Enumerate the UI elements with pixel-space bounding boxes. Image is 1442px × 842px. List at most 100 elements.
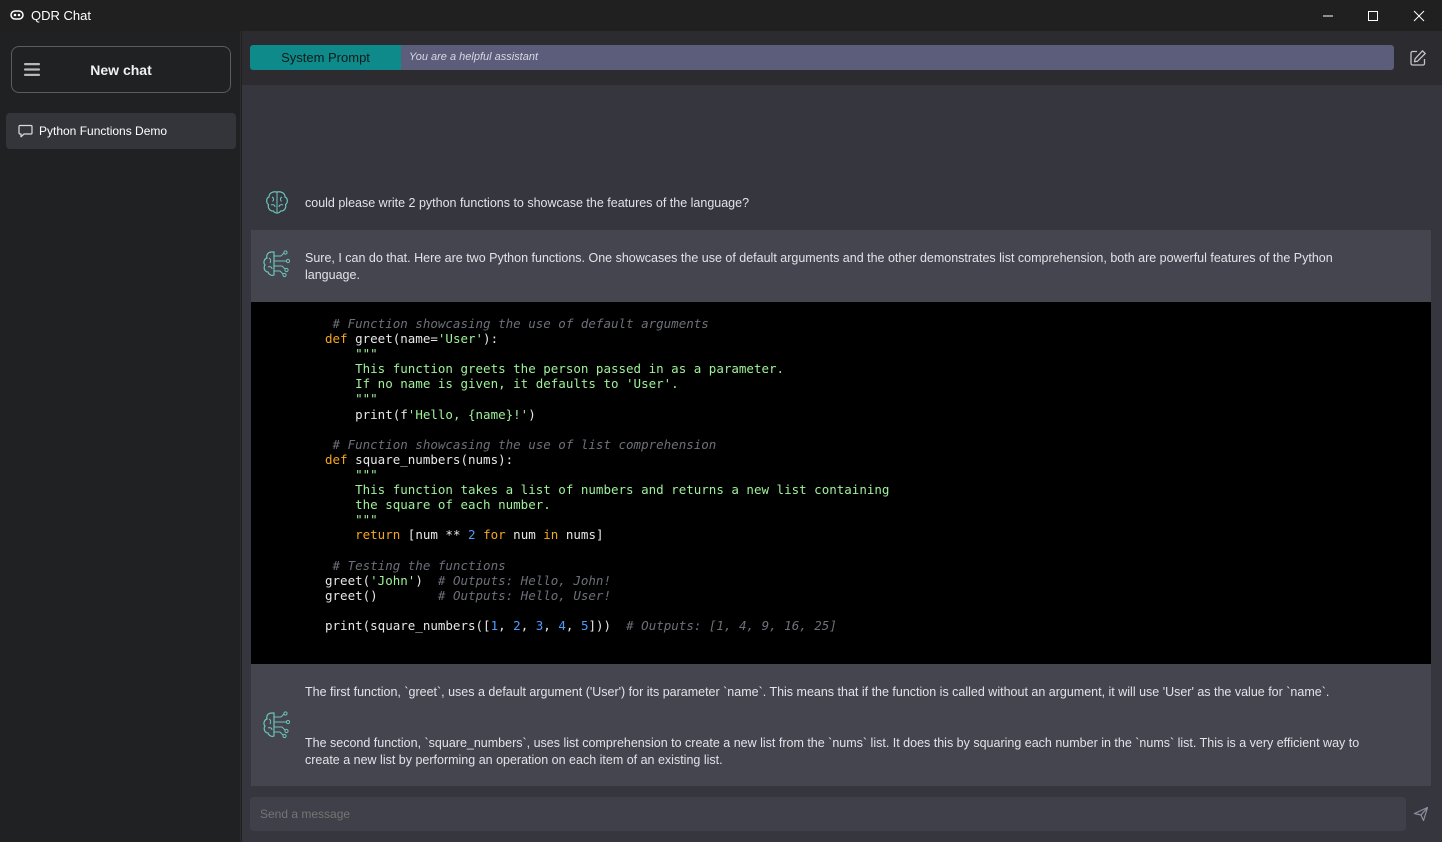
code-token: nums] bbox=[558, 527, 604, 543]
code-token: print(f bbox=[325, 406, 408, 422]
brain-circuit-icon bbox=[263, 250, 291, 278]
code-token: """ bbox=[325, 466, 378, 482]
code-token: ): bbox=[483, 331, 499, 347]
code-token: 1 bbox=[490, 617, 499, 633]
code-line: def greet(name='User'): bbox=[325, 331, 889, 346]
code-block: # Function showcasing the use of default… bbox=[251, 302, 1431, 664]
code-token: """ bbox=[325, 346, 378, 362]
message-input-container bbox=[250, 797, 1406, 831]
code-token: greet( bbox=[325, 572, 371, 588]
code-token: num bbox=[505, 527, 544, 543]
minimize-icon bbox=[1323, 15, 1333, 16]
code-line: """ bbox=[325, 467, 889, 482]
assistant-message-paragraph: The second function, `square_numbers`, u… bbox=[305, 736, 1360, 767]
code-token: def bbox=[325, 451, 348, 467]
system-prompt-label: System Prompt bbox=[250, 45, 401, 70]
code-token: # Function showcasing the use of default… bbox=[325, 316, 709, 331]
close-icon bbox=[1413, 10, 1425, 21]
code-token: ) bbox=[415, 572, 438, 588]
app-logo-icon bbox=[10, 10, 24, 20]
code-line: """ bbox=[325, 346, 889, 361]
assistant-message-paragraph: The first function, `greet`, uses a defa… bbox=[305, 685, 1330, 699]
code-token: ])) bbox=[588, 617, 627, 633]
code-token: 2 bbox=[468, 527, 476, 543]
code-token: the square of each number. bbox=[325, 497, 551, 513]
chat-main: System Prompt You are a helpful assistan… bbox=[242, 31, 1442, 842]
code-token: in bbox=[543, 527, 559, 543]
code-token: # Outputs: Hello, John! bbox=[437, 572, 611, 588]
code-line: # Function showcasing the use of default… bbox=[325, 316, 889, 331]
code-token: return bbox=[355, 527, 401, 543]
brain-icon bbox=[266, 191, 288, 214]
new-chat-button[interactable]: New chat bbox=[11, 46, 231, 93]
code-token: This function greets the person passed i… bbox=[325, 361, 785, 377]
user-message-text: could please write 2 python functions to… bbox=[305, 196, 750, 210]
code-token: 'User' bbox=[437, 331, 484, 347]
code-token: for bbox=[483, 527, 506, 543]
code-token: greet() bbox=[325, 587, 438, 603]
code-token: print(square_numbers([ bbox=[325, 617, 491, 633]
code-token: 4 bbox=[558, 617, 566, 633]
code-token: , bbox=[543, 617, 559, 633]
sidebar: New chat Python Functions Demo bbox=[0, 31, 241, 842]
code-token: # Function showcasing the use of list co… bbox=[325, 436, 717, 452]
maximize-button[interactable] bbox=[1350, 0, 1396, 31]
code-line: greet() # Outputs: Hello, User! bbox=[325, 588, 889, 603]
code-token: # Testing the functions bbox=[325, 557, 506, 573]
code-line: print(square_numbers([1, 2, 3, 4, 5])) #… bbox=[325, 618, 889, 633]
title-bar: QDR Chat bbox=[0, 0, 1442, 31]
code-token: , bbox=[498, 617, 514, 633]
code-line: def square_numbers(nums): bbox=[325, 452, 889, 467]
assistant-message: Sure, I can do that. Here are two Python… bbox=[251, 230, 1431, 302]
code-token: square_numbers(nums): bbox=[347, 451, 514, 467]
code-token: This function takes a list of numbers an… bbox=[325, 482, 890, 498]
brain-circuit-icon bbox=[263, 711, 291, 739]
new-chat-label: New chat bbox=[90, 62, 152, 78]
close-button[interactable] bbox=[1396, 0, 1442, 31]
code-token: , bbox=[565, 617, 581, 633]
minimize-button[interactable] bbox=[1305, 0, 1351, 31]
code-line: If no name is given, it defaults to 'Use… bbox=[325, 376, 889, 391]
edit-icon[interactable] bbox=[1409, 49, 1427, 67]
system-prompt-field[interactable]: You are a helpful assistant bbox=[401, 45, 1394, 70]
maximize-icon bbox=[1368, 10, 1378, 21]
code-token: 2 bbox=[513, 617, 521, 633]
code-token: # Outputs: [1, 4, 9, 16, 25] bbox=[626, 617, 837, 633]
code-line: print(f'Hello, {name}!') bbox=[325, 407, 889, 422]
code-line: """ bbox=[325, 391, 889, 406]
code-line: This function greets the person passed i… bbox=[325, 361, 889, 376]
code-token: , bbox=[520, 617, 536, 633]
code-line: # Function showcasing the use of list co… bbox=[325, 437, 889, 452]
assistant-message-text: Sure, I can do that. Here are two Python… bbox=[305, 251, 1333, 282]
sidebar-item-python-functions-demo[interactable]: Python Functions Demo bbox=[6, 113, 236, 149]
code-token: ) bbox=[528, 406, 536, 422]
user-message: could please write 2 python functions to… bbox=[251, 176, 1431, 230]
code-token: def bbox=[325, 331, 348, 347]
code-line: return [num ** 2 for num in nums] bbox=[325, 527, 889, 542]
send-icon[interactable] bbox=[1413, 806, 1429, 822]
code-token: """ bbox=[325, 512, 378, 528]
code-token: [num ** bbox=[400, 527, 468, 543]
code-token: """ bbox=[325, 391, 378, 407]
system-prompt-bar: System Prompt You are a helpful assistan… bbox=[242, 31, 1442, 85]
code-line: """ bbox=[325, 512, 889, 527]
code-token: greet(name= bbox=[347, 331, 438, 347]
code-token: 'Hello, {name}!' bbox=[407, 406, 529, 422]
assistant-message: The first function, `greet`, uses a defa… bbox=[251, 664, 1431, 786]
code-line: greet('John') # Outputs: Hello, John! bbox=[325, 573, 889, 588]
code-token: If no name is given, it defaults to 'Use… bbox=[325, 376, 679, 392]
code-content: # Function showcasing the use of default… bbox=[325, 316, 889, 633]
code-line: This function takes a list of numbers an… bbox=[325, 482, 889, 497]
app-title: QDR Chat bbox=[31, 8, 91, 23]
message-input[interactable] bbox=[260, 807, 1360, 821]
code-line: the square of each number. bbox=[325, 497, 889, 512]
chat-bubble-icon bbox=[18, 124, 33, 138]
code-token: # Outputs: Hello, User! bbox=[437, 587, 611, 603]
code-line: # Testing the functions bbox=[325, 558, 889, 573]
code-token: 'John' bbox=[370, 572, 416, 588]
